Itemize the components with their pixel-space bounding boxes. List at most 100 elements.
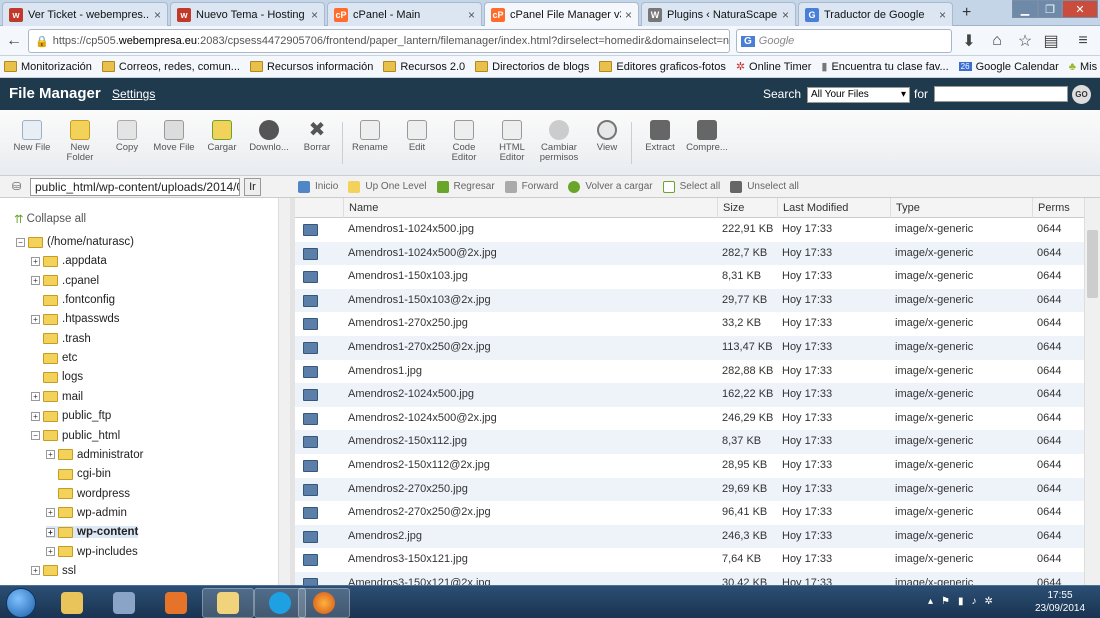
expand-icon[interactable]: + [46,450,55,460]
code-editor-button[interactable]: Code Editor [440,120,488,163]
browser-tab[interactable]: G Traductor de Google × [798,2,953,26]
tree-item[interactable]: + wp-includes [46,546,138,558]
scrollbar-thumb[interactable] [1087,230,1098,298]
url-bar[interactable]: 🔒 https://cp505. webempresa.eu:2083/cpses… [28,29,730,53]
network-icon[interactable]: ▮ [958,596,964,607]
tree-item[interactable]: logs [31,371,83,383]
browser-tab[interactable]: W Plugins ‹ NaturaScape — W... × [641,2,796,26]
file-row[interactable]: Amendros2-150x112.jpg 8,37 KB Hoy 17:33 ima… [295,430,1084,454]
start-button[interactable] [6,588,36,618]
html-editor-button[interactable]: HTML Editor [488,120,536,163]
bookmark-item[interactable]: Editores graficos-fotos [599,61,726,73]
new-folder-button[interactable]: New Folder [56,120,104,163]
file-row[interactable]: Amendros3-150x121.jpg 7,64 KB Hoy 17:33 ima… [295,548,1084,572]
path-input[interactable]: public_html/wp-content/uploads/2014/0 [30,178,240,196]
file-list-scrollbar[interactable] [1084,198,1100,585]
file-row[interactable]: Amendros2-1024x500.jpg 162,22 KB Hoy 17:33… [295,383,1084,407]
tree-item[interactable]: − (/home/naturasc) [16,236,134,248]
tree-item[interactable]: + .appdata [31,255,107,267]
file-row[interactable]: Amendros1-1024x500.jpg 222,91 KB Hoy 17:33… [295,218,1084,242]
rename-button[interactable]: Rename [346,120,394,153]
expand-icon[interactable]: + [46,527,55,537]
collapse-node-icon[interactable]: − [16,237,25,247]
delete-button[interactable]: ✖ Borrar [293,120,341,153]
tree-item[interactable]: + .cpanel [31,275,99,287]
compress-button[interactable]: Compre... [683,120,731,153]
tree-item[interactable]: + wp-admin [46,507,127,519]
column-header-size[interactable]: Size [717,198,777,218]
close-tab-icon[interactable]: × [782,8,789,22]
tree-scrollbar[interactable] [278,198,290,585]
expand-icon[interactable]: + [46,508,55,518]
column-header-perms[interactable]: Perms [1032,198,1084,218]
expand-icon[interactable]: + [31,256,40,266]
tree-item[interactable]: .fontconfig [31,294,115,306]
tree-item[interactable]: − public_html [31,430,120,442]
expand-icon[interactable]: + [31,276,40,286]
minimize-window-button[interactable]: ▁ [1012,0,1038,18]
close-window-button[interactable]: ✕ [1062,0,1098,18]
new-tab-button[interactable]: + [962,4,971,22]
change-permissions-button[interactable]: Cambiar permisos [535,120,583,163]
tree-item[interactable]: etc [31,352,77,364]
column-header-type[interactable]: Type [890,198,1032,218]
go-button[interactable]: GO [1072,85,1091,104]
reading-list-icon[interactable]: ▤ [1040,30,1062,52]
close-tab-icon[interactable]: × [154,8,161,22]
taskbar-app[interactable] [202,588,254,618]
collapse-all-button[interactable]: ⇈ Collapse all [14,212,86,226]
close-tab-icon[interactable]: × [468,8,475,22]
browser-tab[interactable]: w Ver Ticket - webempres... × [2,2,168,26]
downloads-icon[interactable]: ⬇ [958,30,980,52]
antivirus-icon[interactable]: ⚑ [941,596,950,607]
bookmark-item[interactable]: ♣Mis planes de empresa [1069,61,1100,73]
forward-button[interactable]: Forward [504,180,558,193]
close-tab-icon[interactable]: × [939,8,946,22]
taskbar-app[interactable] [46,588,98,618]
bookmark-item[interactable]: ▮ Encuentra tu clase fav... [821,60,948,74]
bookmark-item[interactable]: Correos, redes, comun... [101,61,240,73]
bookmark-item[interactable]: Recursos 2.0 [383,61,465,73]
tree-item[interactable]: .trash [31,333,91,345]
close-tab-icon[interactable]: × [311,8,318,22]
expand-icon[interactable]: + [31,314,40,324]
download-button[interactable]: Downlo... [245,120,293,153]
browser-search-box[interactable]: G Google [736,29,952,53]
file-row[interactable]: Amendros2-150x112@2x.jpg 28,95 KB Hoy 17:3… [295,454,1084,478]
browser-tab[interactable]: w Nuevo Tema - Hosting ... × [170,2,325,26]
back-button[interactable]: Regresar [436,180,495,193]
bookmark-item[interactable]: ✲ Online Timer [736,60,812,74]
volume-icon[interactable]: ♪ [972,596,977,607]
browser-tab-active[interactable]: cP cPanel File Manager v3 × [484,2,639,27]
unselect-all-button[interactable]: Unselect all [730,180,799,193]
bookmark-item[interactable]: Recursos información [249,61,373,73]
file-row[interactable]: Amendros1-1024x500@2x.jpg 282,7 KB Hoy 17:… [295,241,1084,266]
collapse-node-icon[interactable]: − [31,431,40,440]
tree-item[interactable]: cgi-bin [46,468,111,480]
expand-icon[interactable]: + [31,392,40,402]
bookmark-item[interactable]: 26 Google Calendar [958,61,1059,73]
tree-item[interactable]: wordpress [46,488,130,500]
browser-tab[interactable]: cP cPanel - Main × [327,2,482,26]
reload-button[interactable]: Volver a cargar [568,180,653,193]
select-all-button[interactable]: Select all [662,180,720,193]
taskbar-app[interactable] [98,588,150,618]
up-one-level-button[interactable]: Up One Level [348,180,427,193]
move-file-button[interactable]: Move File [150,120,198,153]
file-row[interactable]: Amendros1-270x250.jpg 33,2 KB Hoy 17:33 ima… [295,312,1084,336]
view-button[interactable]: View [583,120,631,153]
file-row[interactable]: Amendros1-270x250@2x.jpg 113,47 KB Hoy 17:… [295,336,1084,360]
file-row[interactable]: Amendros2-270x250@2x.jpg 96,41 KB Hoy 17:3… [295,501,1084,525]
tree-item[interactable]: + ssl [31,565,76,577]
file-row[interactable]: Amendros1.jpg 282,88 KB Hoy 17:33 image/x-g… [295,360,1084,384]
restore-window-button[interactable]: ❐ [1038,0,1062,18]
tray-arrow-icon[interactable]: ▴ [928,596,933,607]
edit-button[interactable]: Edit [393,120,441,153]
taskbar-app[interactable] [150,588,202,618]
file-row[interactable]: Amendros1-150x103@2x.jpg 29,77 KB Hoy 17:3… [295,288,1084,313]
close-tab-icon[interactable]: × [625,8,632,22]
taskbar-app[interactable] [298,588,350,618]
tree-item[interactable]: + mail [31,391,83,403]
file-row[interactable]: Amendros2-270x250.jpg 29,69 KB Hoy 17:33 im… [295,477,1084,502]
tree-item[interactable]: + public_ftp [31,410,111,422]
